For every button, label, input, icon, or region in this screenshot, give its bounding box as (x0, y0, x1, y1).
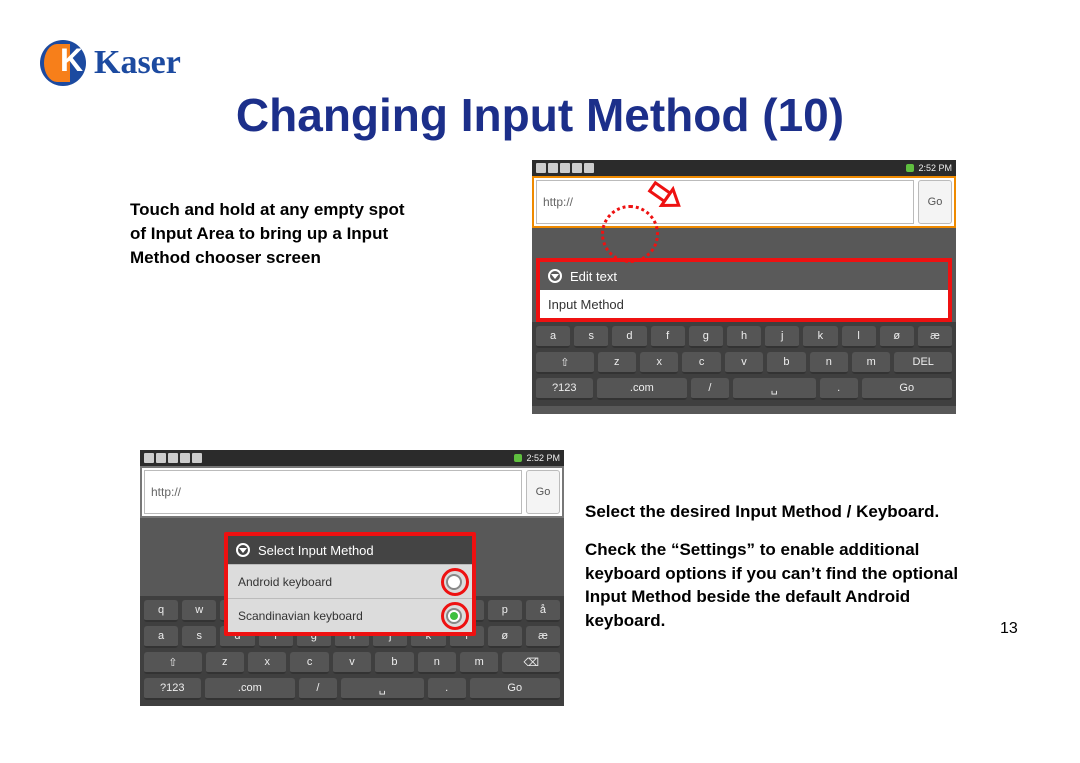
key[interactable]: c (682, 352, 720, 374)
key[interactable]: g (689, 326, 723, 348)
soft-keyboard: a s d f g h j k l ø æ ⇧ z x c v b n m DE… (532, 322, 956, 406)
url-input[interactable]: http:// (144, 470, 522, 514)
space-key[interactable]: ␣ (341, 678, 424, 700)
context-menu-title: Edit text (540, 262, 948, 290)
space-key[interactable]: ␣ (733, 378, 816, 400)
instruction-select: Select the desired Input Method / Keyboa… (585, 500, 985, 524)
brand-logo: Kaser (40, 40, 181, 86)
dialog-title: Select Input Method (228, 536, 472, 564)
key[interactable]: z (206, 652, 244, 674)
key[interactable]: w (182, 600, 216, 622)
key[interactable]: a (144, 626, 178, 648)
key[interactable]: n (810, 352, 848, 374)
key[interactable]: æ (526, 626, 560, 648)
context-menu-item-input-method[interactable]: Input Method (540, 290, 948, 318)
key[interactable]: q (144, 600, 178, 622)
screenshot-select-input-method: 2:52 PM http:// Go q w e r t y u i o p å… (140, 450, 564, 704)
key[interactable]: j (765, 326, 799, 348)
clock: 2:52 PM (526, 453, 560, 463)
key[interactable]: d (612, 326, 646, 348)
key[interactable]: c (290, 652, 328, 674)
url-placeholder: http:// (543, 195, 573, 209)
key[interactable]: b (767, 352, 805, 374)
url-bar: http:// Go (532, 176, 956, 228)
url-placeholder: http:// (151, 485, 181, 499)
key[interactable]: s (574, 326, 608, 348)
key[interactable]: m (852, 352, 890, 374)
instruction-bottom: Select the desired Input Method / Keyboa… (585, 500, 985, 633)
go-key[interactable]: Go (470, 678, 561, 700)
delete-key[interactable]: ⌫ (502, 652, 560, 674)
status-icon (536, 163, 546, 173)
status-bar: 2:52 PM (140, 450, 564, 466)
status-icon (144, 453, 154, 463)
key[interactable]: k (803, 326, 837, 348)
page-number: 13 (1000, 620, 1018, 638)
context-menu: Edit text Input Method (536, 258, 952, 322)
input-method-dialog: Select Input Method Android keyboard Sca… (224, 532, 476, 636)
symbols-key[interactable]: ?123 (536, 378, 593, 400)
key[interactable]: l (842, 326, 876, 348)
status-icon (156, 453, 166, 463)
go-key[interactable]: Go (862, 378, 953, 400)
screenshot-edit-text: 2:52 PM http:// Go Edit text Input Metho… (532, 160, 956, 414)
key[interactable]: z (598, 352, 636, 374)
dotcom-key[interactable]: .com (205, 678, 296, 700)
go-button[interactable]: Go (526, 470, 560, 514)
page-title: Changing Input Method (10) (0, 88, 1080, 142)
slash-key[interactable]: / (691, 378, 729, 400)
key[interactable]: a (536, 326, 570, 348)
radio-option-scandinavian-keyboard[interactable]: Scandinavian keyboard (228, 598, 472, 632)
key[interactable]: p (488, 600, 522, 622)
dot-key[interactable]: . (428, 678, 466, 700)
status-icon (192, 453, 202, 463)
url-bar: http:// Go (140, 466, 564, 518)
key[interactable]: å (526, 600, 560, 622)
key[interactable]: v (725, 352, 763, 374)
key[interactable]: x (248, 652, 286, 674)
key[interactable]: f (651, 326, 685, 348)
status-icon (572, 163, 582, 173)
url-input[interactable]: http:// (536, 180, 914, 224)
key[interactable]: h (727, 326, 761, 348)
instruction-settings: Check the “Settings” to enable additiona… (585, 538, 985, 633)
logo-text: Kaser (94, 44, 181, 82)
key[interactable]: n (418, 652, 456, 674)
key[interactable]: æ (918, 326, 952, 348)
shift-key[interactable]: ⇧ (536, 352, 594, 374)
battery-icon (514, 454, 522, 462)
battery-icon (906, 164, 914, 172)
logo-icon (40, 40, 86, 86)
go-button[interactable]: Go (918, 180, 952, 224)
instruction-top: Touch and hold at any empty spot of Inpu… (130, 198, 410, 269)
chevron-down-icon (236, 543, 250, 557)
key[interactable]: b (375, 652, 413, 674)
radio-option-android-keyboard[interactable]: Android keyboard (228, 564, 472, 598)
key[interactable]: ø (880, 326, 914, 348)
status-icon (584, 163, 594, 173)
status-icon (168, 453, 178, 463)
status-bar: 2:52 PM (532, 160, 956, 176)
annotation-circle (441, 602, 469, 630)
status-icon (548, 163, 558, 173)
delete-key[interactable]: DEL (894, 352, 952, 374)
status-icon (560, 163, 570, 173)
key[interactable]: v (333, 652, 371, 674)
dot-key[interactable]: . (820, 378, 858, 400)
key[interactable]: s (182, 626, 216, 648)
key[interactable]: ø (488, 626, 522, 648)
status-icon (180, 453, 190, 463)
annotation-circle (441, 568, 469, 596)
key[interactable]: m (460, 652, 498, 674)
key[interactable]: x (640, 352, 678, 374)
chevron-down-icon (548, 269, 562, 283)
dotcom-key[interactable]: .com (597, 378, 688, 400)
slash-key[interactable]: / (299, 678, 337, 700)
annotation-arrow-icon (637, 171, 687, 221)
shift-key[interactable]: ⇧ (144, 652, 202, 674)
clock: 2:52 PM (918, 163, 952, 173)
symbols-key[interactable]: ?123 (144, 678, 201, 700)
